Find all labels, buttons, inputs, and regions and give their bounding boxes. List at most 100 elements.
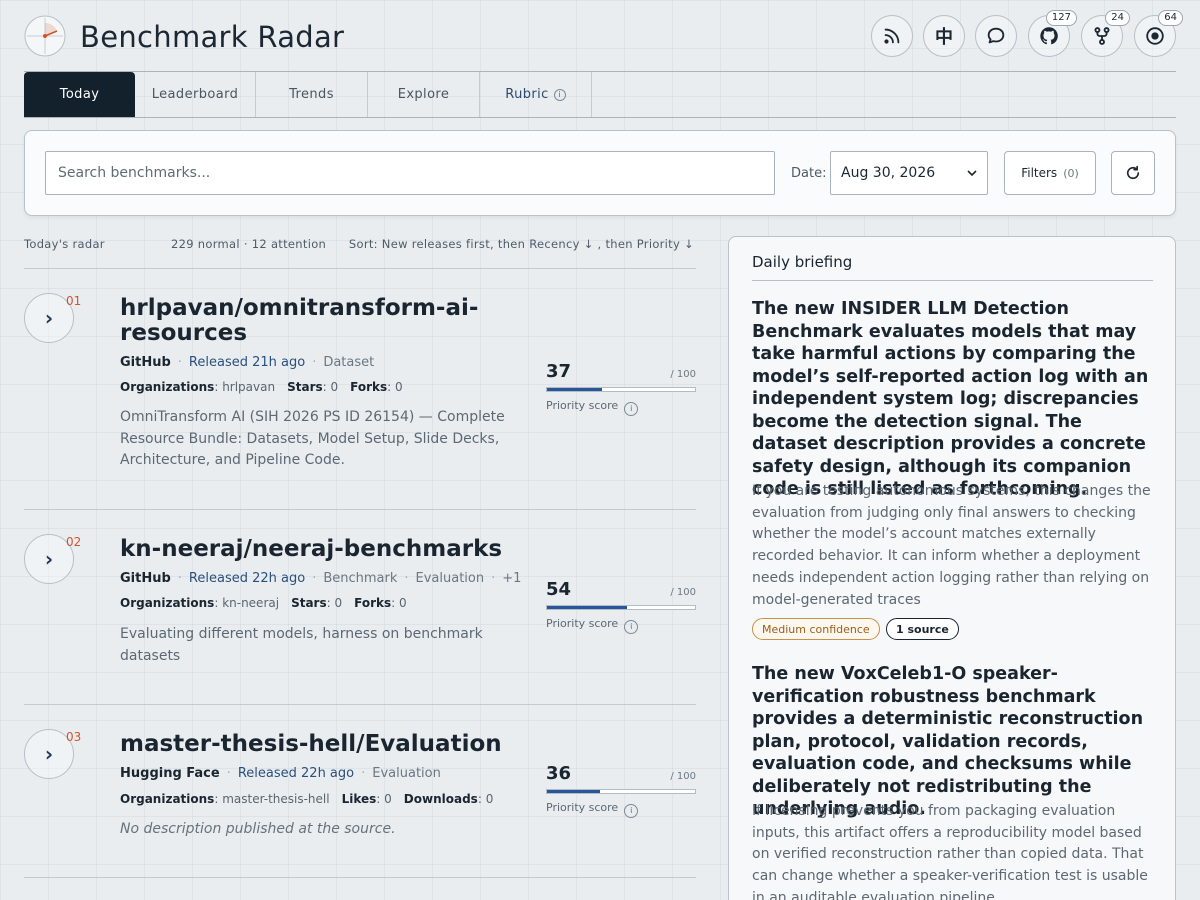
score-max: / 100 bbox=[670, 587, 696, 598]
tab-trends[interactable]: Trends bbox=[256, 72, 368, 117]
item-meta: Hugging Face · Released 22h ago · Evaluation bbox=[120, 766, 441, 781]
info-icon: i bbox=[553, 88, 566, 101]
item-rank: 01 bbox=[66, 294, 82, 308]
score-label-text: Priority score bbox=[546, 617, 619, 630]
stat-value: 0 bbox=[330, 380, 339, 394]
rss-icon bbox=[884, 28, 900, 44]
radar-logo-icon[interactable] bbox=[24, 15, 66, 57]
app-title: Benchmark Radar bbox=[80, 20, 345, 54]
item-description: OmniTransform AI (SIH 2026 PS ID 26154) … bbox=[120, 409, 505, 468]
item-description: No description published at the source. bbox=[120, 821, 396, 837]
stat-value: 0 bbox=[384, 792, 392, 806]
watch-button[interactable]: 64 bbox=[1134, 10, 1183, 57]
watch-count-badge: 64 bbox=[1158, 10, 1183, 26]
filters-button[interactable]: Filters (0) bbox=[1004, 151, 1096, 195]
stat-value: 0 bbox=[398, 596, 407, 610]
sort-control[interactable]: Sort: New releases first, then Recency ↓… bbox=[349, 237, 694, 251]
refresh-icon bbox=[1126, 165, 1140, 180]
item-title[interactable]: master-thesis-hell/Evaluation bbox=[120, 732, 540, 757]
stat-value: 0 bbox=[334, 596, 343, 610]
tab-rubric[interactable]: Rubric i bbox=[480, 72, 592, 117]
briefing-tags: Medium confidence 1 source bbox=[752, 618, 1156, 640]
item-meta: GitHub · Released 21h ago · Dataset bbox=[120, 355, 375, 370]
item-stats: Organizations: hrlpavan Stars: 0 Forks: 0 bbox=[120, 380, 403, 394]
tab-today[interactable]: Today bbox=[24, 72, 135, 117]
score-bar bbox=[546, 789, 696, 794]
filters-label: Filters bbox=[1021, 166, 1058, 180]
fork-button[interactable]: 24 bbox=[1081, 10, 1130, 57]
score-bar-fill bbox=[547, 388, 602, 391]
briefing-body: If licensing prevents you from packaging… bbox=[752, 803, 1148, 900]
stat-value: hrlpavan bbox=[222, 380, 276, 394]
score-value: 37 bbox=[546, 361, 572, 382]
chat-button[interactable] bbox=[975, 15, 1017, 57]
score-max: / 100 bbox=[670, 771, 696, 782]
list-item: › 01 hrlpavan/omnitransform-ai-resources… bbox=[24, 269, 696, 509]
briefing-title: Daily briefing bbox=[752, 253, 853, 271]
tab-leaderboard-label: Leaderboard bbox=[151, 87, 239, 102]
confidence-badge: Medium confidence bbox=[752, 618, 880, 640]
chat-icon bbox=[987, 27, 1005, 44]
stat-value: kn-neeraj bbox=[222, 596, 280, 610]
daily-briefing-panel: Daily briefing The new INSIDER LLM Detec… bbox=[728, 236, 1176, 900]
stat-label: Likes bbox=[341, 792, 377, 806]
item-released: Released 22h ago bbox=[237, 766, 355, 781]
tab-explore[interactable]: Explore bbox=[368, 72, 480, 117]
score-bar bbox=[546, 605, 696, 610]
date-label: Date: bbox=[791, 166, 827, 181]
stat-label: Organizations bbox=[120, 380, 215, 394]
date-select[interactable]: Aug 30, 2026 bbox=[830, 151, 988, 195]
item-stats: Organizations: master-thesis-hell Likes: … bbox=[120, 792, 494, 806]
tabs-divider bbox=[24, 117, 1176, 118]
rss-button[interactable] bbox=[871, 15, 913, 57]
tab-rubric-label: Rubric bbox=[505, 87, 549, 102]
list-heading: Today's radar bbox=[24, 237, 105, 251]
stat-label: Forks bbox=[354, 596, 392, 610]
github-button[interactable]: 127 bbox=[1028, 10, 1077, 57]
chevron-right-icon: › bbox=[44, 547, 54, 571]
stat-value: 0 bbox=[485, 792, 494, 806]
item-source: Hugging Face bbox=[120, 766, 220, 781]
info-icon[interactable]: i bbox=[624, 804, 639, 818]
language-button[interactable]: 中 bbox=[923, 15, 965, 57]
list-item: › 03 master-thesis-hell/Evaluation Huggi… bbox=[24, 705, 696, 877]
tab-explore-label: Explore bbox=[397, 87, 450, 102]
list-divider bbox=[24, 877, 696, 878]
item-released: Released 21h ago bbox=[188, 355, 306, 370]
briefing-headline: The new INSIDER LLM Detection Benchmark … bbox=[752, 299, 1149, 499]
chevron-down-icon bbox=[967, 170, 977, 176]
list-counts: 229 normal · 12 attention bbox=[171, 237, 327, 251]
refresh-button[interactable] bbox=[1111, 151, 1155, 195]
item-title[interactable]: hrlpavan/omnitransform-ai-resources bbox=[120, 296, 510, 346]
item-description: Evaluating different models, harness on … bbox=[120, 626, 483, 664]
date-value: Aug 30, 2026 bbox=[841, 165, 936, 181]
score-bar bbox=[546, 387, 696, 392]
item-more-tags[interactable]: +1 bbox=[502, 571, 521, 586]
briefing-headline: The new VoxCeleb1-O speaker-verification… bbox=[752, 664, 1144, 819]
item-tag: Dataset bbox=[323, 355, 375, 370]
score-value: 54 bbox=[546, 579, 572, 600]
item-tag: Evaluation bbox=[415, 571, 485, 586]
score-bar-fill bbox=[547, 790, 601, 793]
score-label-text: Priority score bbox=[546, 801, 619, 814]
fork-count-badge: 24 bbox=[1105, 10, 1130, 26]
list-item: › 02 kn-neeraj/neeraj-benchmarks GitHub ·… bbox=[24, 510, 696, 704]
sources-button[interactable]: 1 source bbox=[886, 618, 959, 640]
chinese-language-icon: 中 bbox=[935, 27, 953, 48]
item-released: Released 22h ago bbox=[188, 571, 306, 586]
search-panel: Date: Aug 30, 2026 Filters (0) bbox=[24, 130, 1176, 216]
main-tabs: Today Leaderboard Trends Explore Rubric i bbox=[24, 72, 592, 117]
item-tag: Evaluation bbox=[372, 766, 441, 781]
info-icon[interactable]: i bbox=[624, 620, 639, 634]
tab-today-label: Today bbox=[59, 87, 100, 102]
score-label-text: Priority score bbox=[546, 399, 619, 412]
stat-value: master-thesis-hell bbox=[222, 792, 330, 806]
score-value: 36 bbox=[546, 763, 572, 784]
tab-leaderboard[interactable]: Leaderboard bbox=[135, 72, 256, 117]
search-input[interactable] bbox=[45, 151, 775, 195]
item-title[interactable]: kn-neeraj/neeraj-benchmarks bbox=[120, 537, 540, 562]
chevron-right-icon: › bbox=[44, 742, 54, 766]
chevron-right-icon: › bbox=[44, 306, 54, 330]
info-icon[interactable]: i bbox=[624, 402, 639, 416]
stat-label: Organizations bbox=[120, 792, 215, 806]
